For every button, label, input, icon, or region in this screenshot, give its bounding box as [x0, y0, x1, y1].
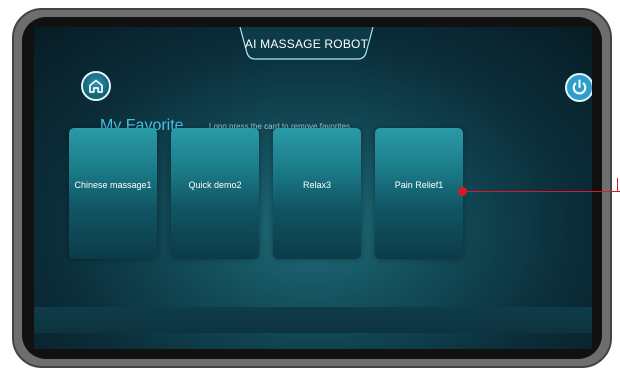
favorite-card-relax[interactable]: Relax3: [273, 128, 361, 259]
favorite-card-label: Quick demo2: [188, 180, 242, 190]
home-button[interactable]: [81, 71, 111, 101]
favorite-card-chinese-massage[interactable]: Chinese massage1: [69, 128, 157, 259]
favorite-card-quick-demo[interactable]: Quick demo2: [171, 128, 259, 259]
callout-tick: [617, 178, 618, 192]
callout-dot: [458, 187, 467, 196]
favorite-card-label: Chinese massage1: [74, 180, 152, 190]
favorite-card-label: Pain Relief1: [394, 180, 444, 190]
favorite-card-label: Relax3: [302, 180, 331, 190]
title-tab: AI MASSAGE ROBOT: [239, 27, 374, 61]
bottom-band: [34, 307, 592, 333]
power-icon: [572, 79, 587, 95]
app-title: AI MASSAGE ROBOT: [244, 37, 369, 51]
power-button[interactable]: [565, 73, 592, 102]
favorite-card-pain-relief[interactable]: Pain Relief1: [375, 128, 463, 259]
callout-line: [462, 191, 620, 192]
home-icon: [89, 79, 103, 93]
